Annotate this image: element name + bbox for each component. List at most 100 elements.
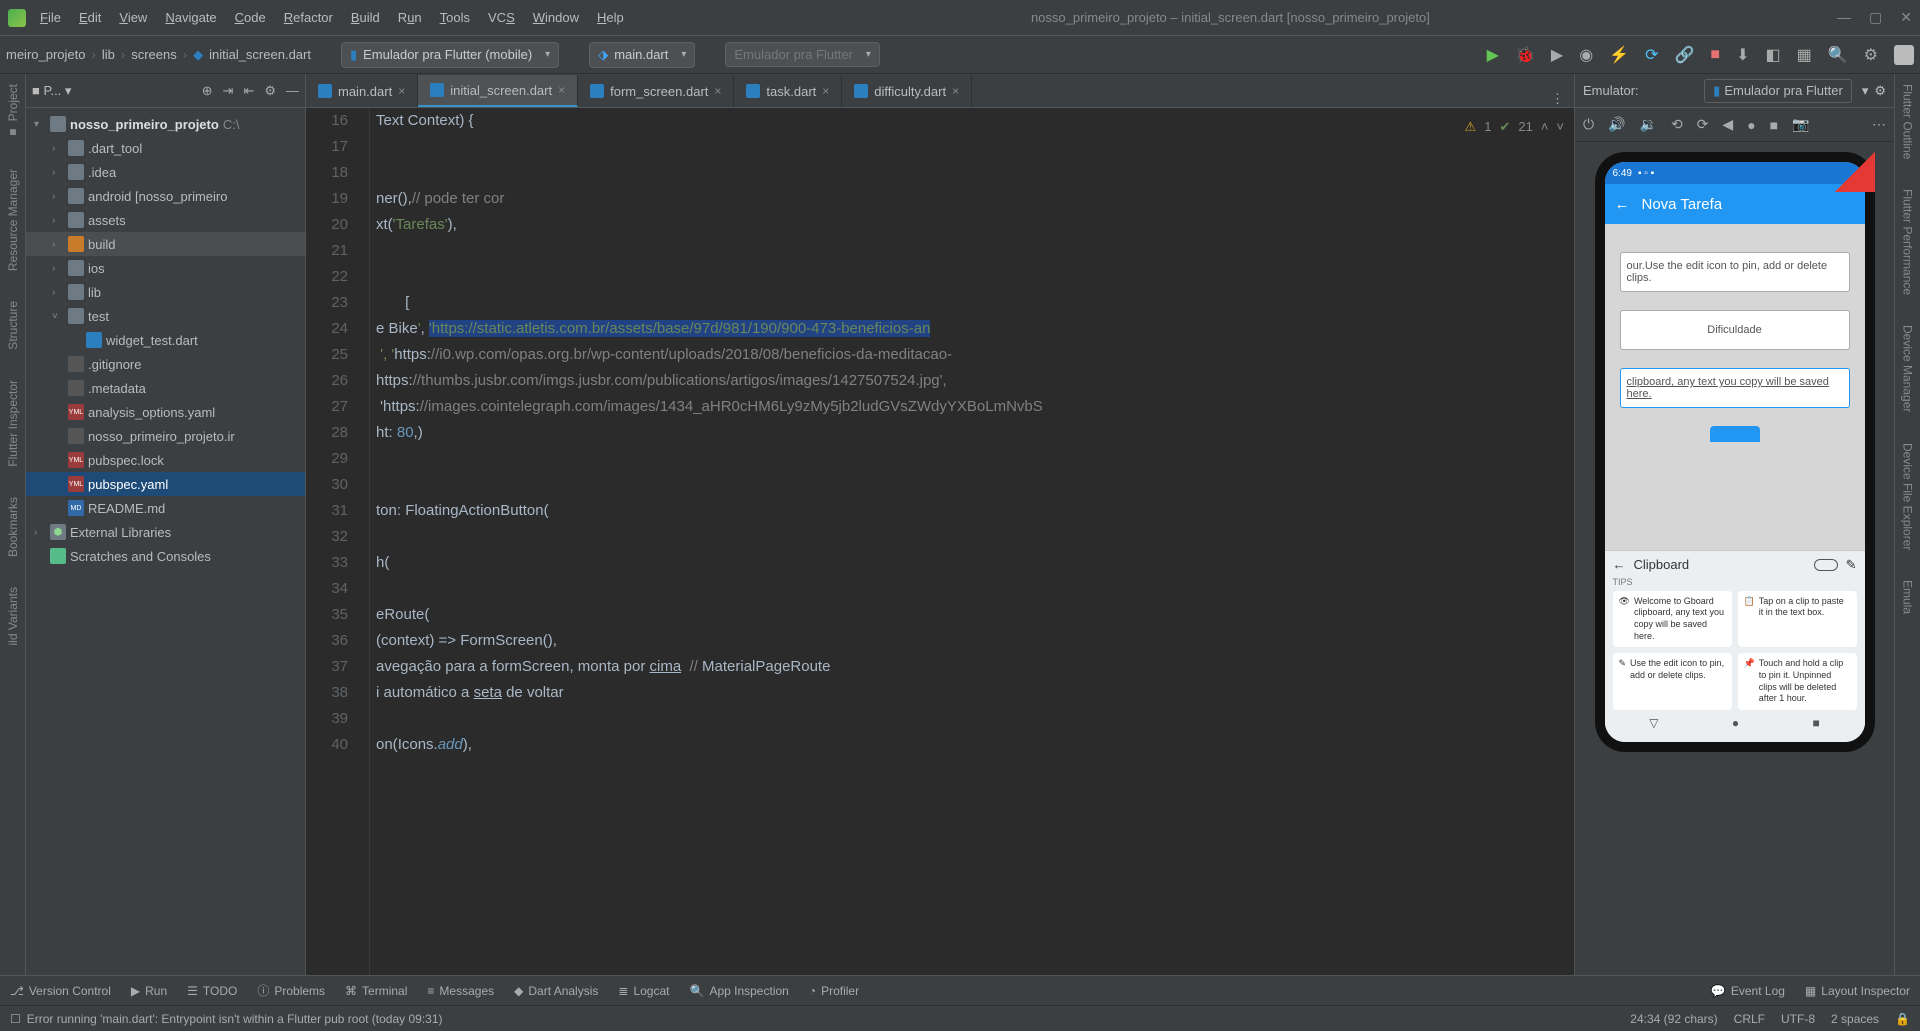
menu-navigate[interactable]: Navigate	[165, 10, 216, 25]
back-arrow-icon[interactable]: ←	[1615, 196, 1630, 213]
breadcrumb[interactable]: meiro_projeto› lib› screens› ◆ initial_s…	[6, 47, 311, 63]
target-icon[interactable]: ⊕	[202, 83, 213, 99]
clipboard-toggle[interactable]	[1814, 559, 1838, 571]
clip-card[interactable]: 👁Welcome to Gboard clipboard, any text y…	[1613, 591, 1732, 648]
bc-3[interactable]: initial_screen.dart	[209, 47, 311, 62]
tool-structure[interactable]: Structure	[6, 301, 20, 350]
tree-row[interactable]: YMLanalysis_options.yaml	[26, 400, 305, 424]
text-field-1[interactable]: our.Use the edit icon to pin, add or del…	[1620, 252, 1850, 292]
tool-messages[interactable]: ≡Messages	[427, 984, 494, 998]
menu-view[interactable]: View	[119, 10, 147, 25]
maximize-icon[interactable]: ▢	[1869, 9, 1882, 26]
tool-device-file-explorer[interactable]: Device File Explorer	[1901, 443, 1915, 550]
submit-button[interactable]	[1710, 426, 1760, 442]
expand-icon[interactable]: ⇥	[223, 83, 234, 99]
gear-icon[interactable]: ⚙	[1874, 83, 1886, 99]
tool-device-manager[interactable]: Device Manager	[1901, 325, 1915, 412]
caret-position[interactable]: 24:34 (92 chars)	[1630, 1012, 1717, 1026]
home-icon[interactable]: ●	[1747, 117, 1755, 133]
tabs-more-icon[interactable]: ⋮	[1541, 91, 1574, 107]
menu-file[interactable]: File	[40, 10, 61, 25]
tree-row[interactable]: ›build	[26, 232, 305, 256]
tool-terminal[interactable]: ⌘Terminal	[345, 984, 407, 998]
target-selector[interactable]: Emulador pra Flutter ▾	[725, 42, 880, 67]
voldown-icon[interactable]: 🔉	[1640, 116, 1657, 133]
prev-highlight-icon[interactable]: ˄	[1541, 114, 1549, 140]
close-tab-icon[interactable]: ×	[822, 84, 829, 98]
hot-reload-icon[interactable]: ⚡	[1609, 45, 1629, 65]
hot-restart-icon[interactable]: ⟳	[1645, 45, 1658, 65]
overview-icon[interactable]: ■	[1770, 117, 1778, 133]
emulator-device-selector[interactable]: ▮ Emulador pra Flutter	[1704, 79, 1852, 103]
tool-emulator[interactable]: Emula	[1901, 580, 1915, 614]
tree-row[interactable]: ›assets	[26, 208, 305, 232]
nav-overview-icon[interactable]: ■	[1813, 716, 1820, 730]
tool-dart-analysis[interactable]: ◆Dart Analysis	[514, 984, 598, 998]
coverage-icon[interactable]: ▶	[1551, 45, 1563, 65]
clipboard-edit-icon[interactable]: ✎	[1846, 557, 1857, 573]
avatar-icon[interactable]	[1894, 45, 1914, 65]
editor-tab[interactable]: main.dart×	[306, 75, 418, 107]
menu-tools[interactable]: Tools	[440, 10, 470, 25]
editor-tab[interactable]: difficulty.dart×	[842, 75, 972, 107]
tree-row[interactable]: ›.idea	[26, 160, 305, 184]
tool-version-control[interactable]: ⎇Version Control	[10, 984, 111, 998]
profile-icon[interactable]: ◉	[1579, 45, 1593, 65]
editor-tab[interactable]: form_screen.dart×	[578, 75, 734, 107]
stop-icon[interactable]: ■	[1710, 46, 1720, 64]
box-icon[interactable]: ▦	[1797, 45, 1812, 65]
bc-2[interactable]: screens	[131, 47, 177, 62]
tool-resource-manager[interactable]: Resource Manager	[6, 169, 20, 271]
menu-window[interactable]: Window	[533, 10, 579, 25]
tool-app-inspection[interactable]: 🔍App Inspection	[689, 984, 788, 998]
power-icon[interactable]: ⏻	[1583, 116, 1594, 133]
attach-icon[interactable]: 🔗	[1674, 45, 1694, 65]
tool-flutter-inspector[interactable]: Flutter Inspector	[6, 380, 20, 467]
tool-flutter-performance[interactable]: Flutter Performance	[1901, 189, 1915, 295]
tool-logcat[interactable]: ≣Logcat	[618, 984, 669, 998]
tool-problems[interactable]: ⓘProblems	[257, 982, 325, 999]
minimize-icon[interactable]: —	[1837, 9, 1851, 26]
run-icon[interactable]: ▶	[1487, 45, 1499, 65]
run-config-selector[interactable]: ⬗ main.dart ▾	[589, 42, 695, 68]
menu-build[interactable]: Build	[351, 10, 380, 25]
lock-icon[interactable]: 🔒	[1895, 1012, 1910, 1026]
tree-row[interactable]: MDREADME.md	[26, 496, 305, 520]
phone-screen[interactable]: 6:49 ▪ ▫ ▪ ← Nova Tarefa our.Use the edi…	[1605, 162, 1865, 742]
tool-project[interactable]: ■Project	[6, 84, 20, 139]
debug-icon[interactable]: 🐞	[1515, 45, 1535, 65]
nav-back-icon[interactable]: ▽	[1649, 716, 1658, 730]
screenshot-icon[interactable]: 📷	[1792, 116, 1809, 133]
tree-row[interactable]: ˅test	[26, 304, 305, 328]
devtools-icon[interactable]: ◧	[1765, 45, 1780, 65]
tree-row[interactable]: YMLpubspec.lock	[26, 448, 305, 472]
rotate-right-icon[interactable]: ⟳	[1697, 116, 1709, 133]
tree-row[interactable]: ›lib	[26, 280, 305, 304]
tool-event-log[interactable]: 💬Event Log	[1711, 984, 1785, 998]
menu-help[interactable]: Help	[597, 10, 624, 25]
menu-code[interactable]: Code	[235, 10, 266, 25]
editor-tab[interactable]: initial_screen.dart×	[418, 75, 578, 107]
tool-todo[interactable]: ☰TODO	[187, 984, 237, 998]
rotate-left-icon[interactable]: ⟲	[1671, 116, 1683, 133]
text-field-3[interactable]: clipboard, any text you copy will be sav…	[1620, 368, 1850, 408]
line-ending[interactable]: CRLF	[1734, 1012, 1765, 1026]
indent[interactable]: 2 spaces	[1831, 1012, 1879, 1026]
bc-0[interactable]: meiro_projeto	[6, 47, 86, 62]
tree-row[interactable]: ›ios	[26, 256, 305, 280]
device-selector[interactable]: ▮ Emulador pra Flutter (mobile) ▾	[341, 42, 559, 68]
close-tab-icon[interactable]: ×	[398, 84, 405, 98]
tree-row[interactable]: Scratches and Consoles	[26, 544, 305, 568]
encoding[interactable]: UTF-8	[1781, 1012, 1815, 1026]
close-icon[interactable]: ✕	[1900, 9, 1912, 26]
gear-icon[interactable]: ⚙	[1864, 45, 1878, 65]
tree-row[interactable]: nosso_primeiro_projeto.ir	[26, 424, 305, 448]
tree-row[interactable]: .metadata	[26, 376, 305, 400]
tool-layout-inspector[interactable]: ▦Layout Inspector	[1805, 984, 1910, 998]
clip-card[interactable]: 📋Tap on a clip to paste it in the text b…	[1738, 591, 1857, 648]
fold-bar[interactable]	[356, 108, 370, 975]
tree-row[interactable]: .gitignore	[26, 352, 305, 376]
menu-run[interactable]: Run	[398, 10, 422, 25]
tree-row[interactable]: YMLpubspec.yaml	[26, 472, 305, 496]
nav-home-icon[interactable]: ●	[1732, 716, 1739, 730]
